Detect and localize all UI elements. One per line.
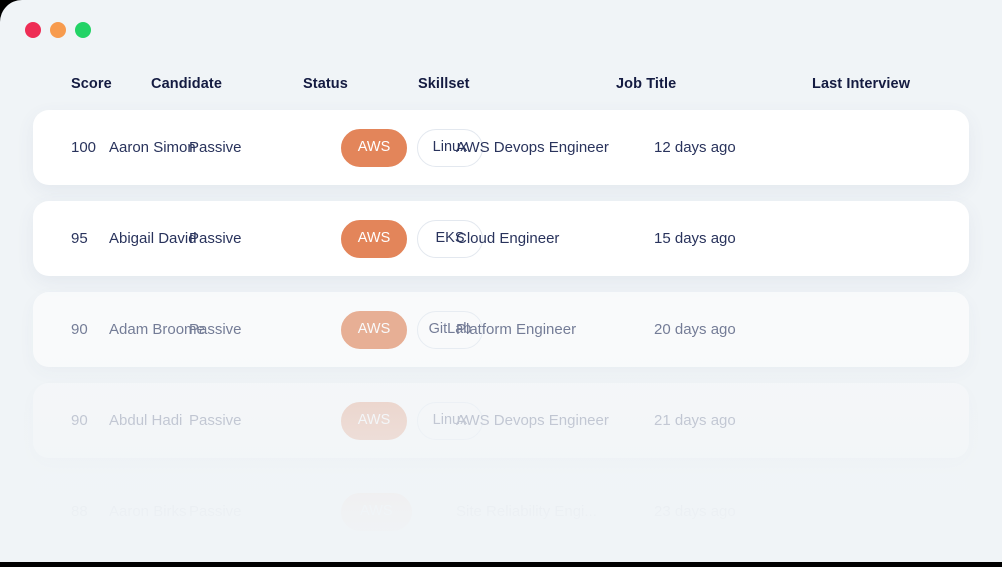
- column-header-job-title: Job Title: [616, 76, 677, 92]
- window-close-button[interactable]: [25, 22, 41, 38]
- column-header-score: Score: [71, 76, 112, 92]
- cell-last-interview: 20 days ago: [654, 321, 736, 338]
- cell-job-title: Platform Engineer: [456, 321, 577, 338]
- skill-chip[interactable]: AWS: [341, 219, 407, 258]
- cell-last-interview: 12 days ago: [654, 139, 736, 156]
- candidates-table: Score Candidate Status Skillset Job Titl…: [0, 58, 1002, 562]
- cell-skillset: AWS Linux: [341, 401, 483, 440]
- cell-last-interview: 21 days ago: [654, 412, 736, 429]
- cell-status: Passive: [189, 503, 242, 520]
- cell-candidate-name: Aaron Simon: [109, 139, 196, 156]
- cell-status: Passive: [189, 412, 242, 429]
- skill-chip[interactable]: AWS: [341, 401, 407, 440]
- window-titlebar: [0, 0, 1002, 58]
- cell-last-interview: 23 days ago: [654, 503, 736, 520]
- window-maximize-button[interactable]: [75, 22, 91, 38]
- table-row[interactable]: 95 Abigail David Passive AWS EKS Cloud Engine…: [33, 201, 969, 276]
- column-header-candidate: Candidate: [151, 76, 222, 92]
- cell-job-title: Site Reliability Engi...: [456, 503, 597, 520]
- cell-score: 100: [71, 139, 97, 156]
- cell-skillset: AWS Linux: [341, 128, 483, 167]
- column-header-status: Status: [303, 76, 348, 92]
- cell-skillset: AWS GitLab: [341, 310, 483, 349]
- skill-chip[interactable]: AWS: [341, 310, 407, 349]
- window-minimize-button[interactable]: [50, 22, 66, 38]
- window-bottom-edge: [0, 562, 1002, 567]
- cell-skillset: AWS: [341, 492, 456, 531]
- table-header-row: Score Candidate Status Skillset Job Titl…: [0, 58, 1002, 110]
- cell-status: Passive: [189, 321, 242, 338]
- cell-job-title: AWS Devops Engineer: [456, 412, 609, 429]
- skill-chip[interactable]: AWS: [341, 492, 412, 531]
- column-header-last-interview: Last Interview: [812, 76, 911, 92]
- table-row[interactable]: 100 Aaron Simon Passive AWS Linux AWS Devops …: [33, 110, 969, 185]
- cell-score: 95: [71, 230, 88, 247]
- column-header-skillset: Skillset: [418, 76, 470, 92]
- cell-job-title: AWS Devops Engineer: [456, 139, 609, 156]
- table-row[interactable]: 88 Aaron Birks Passive AWS Site Reliability …: [33, 474, 969, 549]
- table-row[interactable]: 90 Adam Broome Passive AWS GitLab Platform En…: [33, 292, 969, 367]
- table-row[interactable]: 90 Abdul Hadi Passive AWS Linux AWS Devops En…: [33, 383, 969, 458]
- cell-candidate-name: Abdul Hadi: [109, 412, 183, 429]
- cell-skillset: AWS EKS: [341, 219, 483, 258]
- cell-status: Passive: [189, 139, 242, 156]
- skill-chip[interactable]: AWS: [341, 128, 407, 167]
- app-window: Score Candidate Status Skillset Job Titl…: [0, 0, 1002, 562]
- cell-last-interview: 15 days ago: [654, 230, 736, 247]
- cell-status: Passive: [189, 230, 242, 247]
- cell-job-title: Cloud Engineer: [456, 230, 560, 247]
- cell-score: 90: [71, 321, 88, 338]
- cell-candidate-name: Adam Broome: [109, 321, 205, 338]
- cell-candidate-name: Aaron Birks: [109, 503, 187, 520]
- cell-score: 88: [71, 503, 88, 520]
- cell-score: 90: [71, 412, 88, 429]
- table-body: 100 Aaron Simon Passive AWS Linux AWS Devops …: [0, 110, 1002, 549]
- cell-candidate-name: Abigail David: [109, 230, 197, 247]
